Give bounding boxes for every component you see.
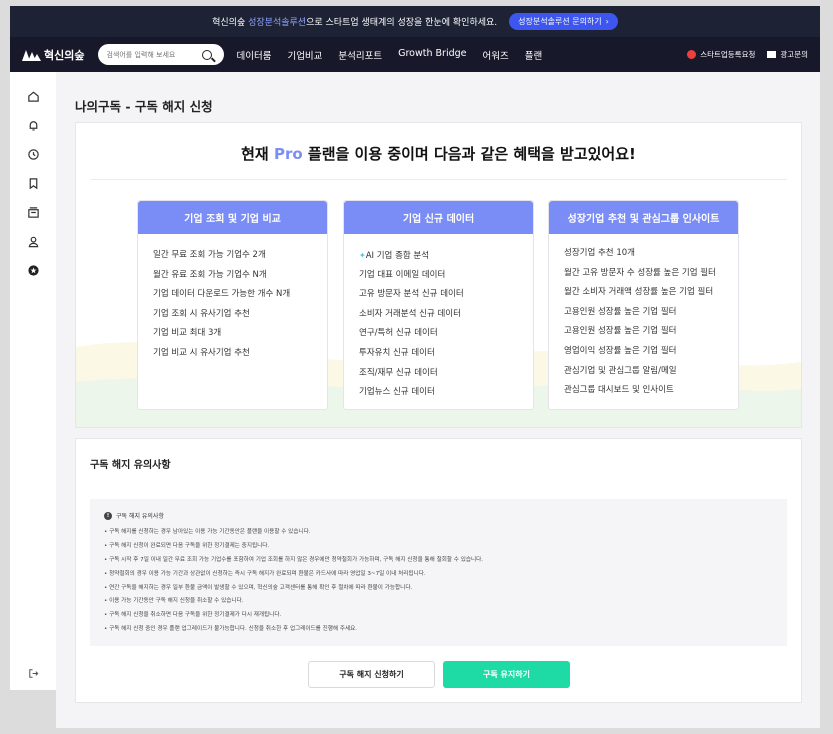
notice-line: • 구독 해지 신청을 취소하면 다음 구독을 위한 정기결제가 다시 재개됩니… (104, 612, 282, 619)
benefit-list: ✦AI 기업 종합 분석 기업 대표 이메일 데이터 고유 방문자 분석 신규 … (344, 234, 533, 413)
banner-text-rest: 으로 스타트업 생태계의 성장을 한눈에 확인하세요. (306, 18, 498, 28)
benefit-item: 연구/특허 신규 데이터 (359, 328, 438, 339)
subscription-icon[interactable] (26, 205, 40, 219)
info-icon: ! (104, 511, 112, 520)
headline-prefix: 현재 (241, 145, 269, 163)
top-navigation: 혁신의숲 데이터룸 기업비교 분석리포트 Growth Bridge 어워즈 플… (10, 37, 820, 72)
startup-register-label: 스타트업등록요청 (700, 50, 756, 59)
ad-inquiry-label: 광고문의 (780, 50, 808, 59)
benefit-card-title: 성장기업 추천 및 관심그룹 인사이트 (549, 201, 738, 234)
cancellation-notice-panel: 구독 해지 유의사항 ! 구독 해지 유의사항 • 구독 해지를 신청하는 경우… (75, 438, 802, 703)
benefit-item: 일간 무료 조회 가능 기업수 2개 (153, 250, 266, 260)
sidebar (10, 72, 56, 690)
promo-banner: 혁신의숲 성장분석솔루션으로 스타트업 생태계의 성장을 한눈에 확인하세요. … (10, 6, 820, 37)
notice-box: ! 구독 해지 유의사항 • 구독 해지를 신청하는 경우 남아있는 이용 가능… (90, 499, 787, 646)
nav-utility-links: 스타트업등록요청 광고문의 (687, 49, 808, 60)
benefit-item: 관심기업 및 관심그룹 알림/메일 (564, 365, 677, 376)
benefit-item: 기업 조회 시 유사기업 추천 (153, 308, 250, 319)
benefit-item-label: AI 기업 종합 분석 (365, 251, 430, 261)
notice-section-title: 구독 해지 유의사항 (90, 460, 171, 471)
benefit-item: 고유 방문자 분석 신규 데이터 (359, 289, 464, 300)
notice-line: • 연간 구독을 해지하는 경우 일부 환불 금액이 발생할 수 있으며, 혁신… (104, 584, 413, 591)
benefit-item: 관심그룹 대시보드 및 인사이트 (564, 385, 674, 396)
star-badge-icon[interactable] (26, 263, 40, 277)
benefit-card-search-compare: 기업 조회 및 기업 비교 일간 무료 조회 가능 기업수 2개 월간 유료 조… (137, 200, 328, 410)
search-input[interactable] (106, 50, 199, 59)
benefit-item: 월간 유료 조회 가능 기업수 N개 (153, 269, 267, 280)
logout-icon[interactable] (26, 666, 40, 680)
benefit-item: 기업 대표 이메일 데이터 (359, 269, 446, 280)
benefit-item: 기업 비교 시 유사기업 추천 (153, 347, 250, 358)
startup-register-link[interactable]: 스타트업등록요청 (687, 49, 755, 60)
forest-logo-icon (22, 49, 41, 61)
home-icon[interactable] (26, 89, 40, 103)
request-cancellation-button[interactable]: 구독 해지 신청하기 (308, 661, 435, 688)
benefit-item: 기업뉴스 신규 데이터 (359, 387, 435, 398)
banner-button-label: 성장분석솔루션 문의하기 (518, 17, 602, 26)
benefit-item: 월간 고유 방문자 수 성장률 높은 기업 필터 (564, 267, 716, 278)
bookmark-icon[interactable] (26, 176, 40, 190)
benefit-list: 성장기업 추천 10개 월간 고유 방문자 수 성장률 높은 기업 필터 월간 … (549, 234, 738, 411)
divider (90, 179, 787, 180)
notice-line: • 구독 시작 후 7일 이내 일간 무료 조회 가능 기업수를 포함하여 기업… (104, 556, 484, 563)
search-icon[interactable] (202, 49, 213, 60)
benefit-item: 투자유치 신규 데이터 (359, 347, 435, 358)
benefit-item: 성장기업 추천 10개 (564, 248, 635, 258)
benefit-card-title: 기업 조회 및 기업 비교 (138, 201, 327, 234)
benefit-item: 기업 비교 최대 3개 (153, 328, 222, 339)
benefit-item: 영업이익 성장률 높은 기업 필터 (564, 345, 677, 356)
banner-text-brand: 혁신의숲 (212, 18, 246, 28)
benefit-item: 기업 데이터 다운로드 가능한 개수 N개 (153, 289, 291, 300)
notice-box-title: 구독 해지 유의사항 (116, 513, 164, 520)
notice-line: • 이용 가능 기간동안 구독 해지 신청을 취소할 수 있습니다. (104, 598, 244, 605)
logo-text: 혁신의숲 (44, 48, 85, 62)
benefit-item: 소비자 거래분석 신규 데이터 (359, 308, 461, 319)
banner-text-highlight: 성장분석솔루션 (248, 18, 307, 28)
nav-item-reports[interactable]: 분석리포트 (338, 48, 382, 62)
notice-line: • 구독 해지 신청 중인 경우 플랜 업그레이드가 불가능합니다. 신청을 취… (104, 626, 358, 633)
chevron-right-icon: › (605, 17, 609, 26)
ad-inquiry-link[interactable]: 광고문의 (767, 49, 808, 60)
notice-line: • 청약철회의 경우 이용 가능 기간과 상관없이 신청하는 즉시 구독 해지가… (104, 570, 426, 577)
banner-text: 혁신의숲 성장분석솔루션으로 스타트업 생태계의 성장을 한눈에 확인하세요. (212, 15, 497, 28)
plan-headline: 현재 Pro 플랜을 이용 중이며 다음과 같은 혜택을 받고있어요! (76, 143, 801, 164)
main-content: 나의구독 - 구독 해지 신청 현재 Pro 플랜을 이용 중이며 다음과 같은… (56, 72, 820, 728)
notice-line: • 구독 해지를 신청하는 경우 남아있는 이용 가능 기간동안은 플랜을 이용… (104, 529, 311, 535)
plan-name-highlight: Pro (273, 145, 303, 163)
nav-menu: 데이터룸 기업비교 분석리포트 Growth Bridge 어워즈 플랜 (236, 48, 542, 62)
benefit-item: 조직/재무 신규 데이터 (359, 367, 438, 378)
mail-icon (767, 51, 777, 58)
sparkle-icon: ✦ (359, 251, 366, 260)
nav-item-dataroom[interactable]: 데이터룸 (236, 48, 271, 62)
benefit-card-title: 기업 신규 데이터 (344, 201, 533, 234)
nav-item-plan[interactable]: 플랜 (525, 48, 542, 62)
benefit-item: 고용인원 성장률 높은 기업 필터 (564, 326, 677, 337)
logo[interactable]: 혁신의숲 (22, 47, 84, 63)
notice-line: • 구독 해지 신청이 완료되면 다음 구독을 위한 정기결제는 중지됩니다. (104, 542, 270, 549)
user-icon[interactable] (26, 234, 40, 248)
nav-item-growth-bridge[interactable]: Growth Bridge (398, 48, 466, 62)
bell-icon[interactable] (26, 118, 40, 132)
plan-benefits-panel: 현재 Pro 플랜을 이용 중이며 다음과 같은 혜택을 받고있어요! 기업 조… (75, 122, 802, 428)
keep-subscription-button[interactable]: 구독 유지하기 (443, 661, 570, 688)
nav-item-compare[interactable]: 기업비교 (287, 48, 322, 62)
notice-box-header: ! 구독 해지 유의사항 (104, 511, 773, 520)
benefit-item: 고용인원 성장률 높은 기업 필터 (564, 306, 677, 317)
page-title: 나의구독 - 구독 해지 신청 (75, 99, 213, 114)
benefit-item: 월간 소비자 거래액 성장률 높은 기업 필터 (564, 287, 714, 298)
search-bar[interactable] (98, 44, 225, 65)
benefit-card-new-data: 기업 신규 데이터 ✦AI 기업 종합 분석 기업 대표 이메일 데이터 고유 … (343, 200, 534, 410)
history-icon[interactable] (26, 147, 40, 161)
benefit-list: 일간 무료 조회 가능 기업수 2개 월간 유료 조회 가능 기업수 N개 기업… (138, 234, 327, 374)
benefit-item: ✦AI 기업 종합 분석 (359, 246, 519, 266)
banner-inquiry-button[interactable]: 성장분석솔루션 문의하기 › (509, 13, 618, 30)
plus-circle-icon (687, 50, 697, 59)
nav-item-awards[interactable]: 어워즈 (483, 48, 509, 62)
headline-suffix: 플랜을 이용 중이며 다음과 같은 혜택을 받고있어요! (307, 145, 636, 163)
benefit-card-growth-insight: 성장기업 추천 및 관심그룹 인사이트 성장기업 추천 10개 월간 고유 방문… (548, 200, 739, 410)
